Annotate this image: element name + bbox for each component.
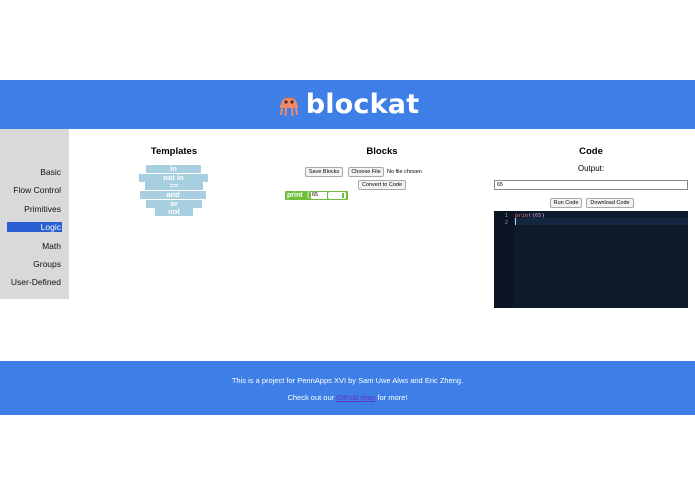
code-editor[interactable]: 1 2 print(65) bbox=[494, 211, 688, 308]
footer-link-suffix: for more! bbox=[375, 393, 408, 402]
print-block-slot bbox=[328, 192, 346, 199]
output-field[interactable]: 65 bbox=[494, 180, 688, 190]
sidebar-item-basic[interactable]: Basic bbox=[0, 163, 69, 181]
templates-title: Templates bbox=[150, 146, 198, 157]
category-sidebar: Basic Flow Control Primitives Logic Math… bbox=[0, 129, 69, 299]
code-line: print(65) bbox=[515, 213, 545, 220]
run-code-button[interactable]: Run Code bbox=[550, 198, 582, 208]
code-title: Code bbox=[579, 146, 603, 157]
print-block-label: print bbox=[287, 192, 303, 199]
brand-logo[interactable]: blockat bbox=[276, 89, 420, 120]
sidebar-item-math[interactable]: Math bbox=[0, 237, 69, 255]
template-block-equals[interactable]: == bbox=[145, 182, 203, 190]
octopus-icon bbox=[279, 97, 298, 116]
sidebar-item-groups[interactable]: Groups bbox=[0, 255, 69, 273]
template-block-and[interactable]: and bbox=[140, 191, 206, 199]
template-block-not[interactable]: not bbox=[155, 208, 193, 216]
footer-link-line: Check out our Github repo for more! bbox=[0, 393, 695, 402]
code-close-paren: ) bbox=[541, 213, 545, 219]
footer-credits: This is a project for PennApps XVI by Sa… bbox=[231, 376, 464, 385]
editor-gutter: 1 2 bbox=[494, 211, 514, 308]
line-number: 1 bbox=[504, 213, 508, 219]
print-block[interactable]: print ( 65 bbox=[285, 190, 348, 200]
output-label: Output: bbox=[577, 164, 605, 173]
file-status: No file chosen bbox=[387, 169, 422, 175]
print-block-open-paren: ( bbox=[307, 190, 310, 199]
code-number: 65 bbox=[534, 213, 542, 219]
line-number: 2 bbox=[504, 220, 508, 226]
code-keyword: print bbox=[515, 213, 532, 219]
sidebar-item-user-defined[interactable]: User-Defined bbox=[0, 273, 69, 291]
save-blocks-button[interactable]: Save Blocks bbox=[305, 167, 343, 177]
sidebar-item-logic[interactable]: Logic bbox=[7, 222, 62, 233]
page-footer: This is a project for PennApps XVI by Sa… bbox=[0, 361, 695, 415]
blocks-title: Blocks bbox=[366, 146, 398, 157]
sidebar-item-flow-control[interactable]: Flow Control bbox=[0, 181, 69, 199]
sidebar-item-primitives[interactable]: Primitives bbox=[0, 200, 69, 218]
github-repo-link[interactable]: Github repo bbox=[336, 393, 375, 402]
print-block-value[interactable]: 65 bbox=[311, 192, 327, 199]
choose-file-button[interactable]: Choose File bbox=[348, 167, 384, 177]
text-cursor bbox=[515, 218, 516, 225]
template-block-in[interactable]: in bbox=[146, 165, 201, 173]
convert-to-code-button[interactable]: Convert to Code bbox=[358, 180, 406, 190]
app-header: blockat bbox=[0, 80, 695, 129]
brand-name: blockat bbox=[305, 89, 420, 120]
footer-link-prefix: Check out our bbox=[287, 393, 337, 402]
download-code-button[interactable]: Download Code bbox=[586, 198, 634, 208]
